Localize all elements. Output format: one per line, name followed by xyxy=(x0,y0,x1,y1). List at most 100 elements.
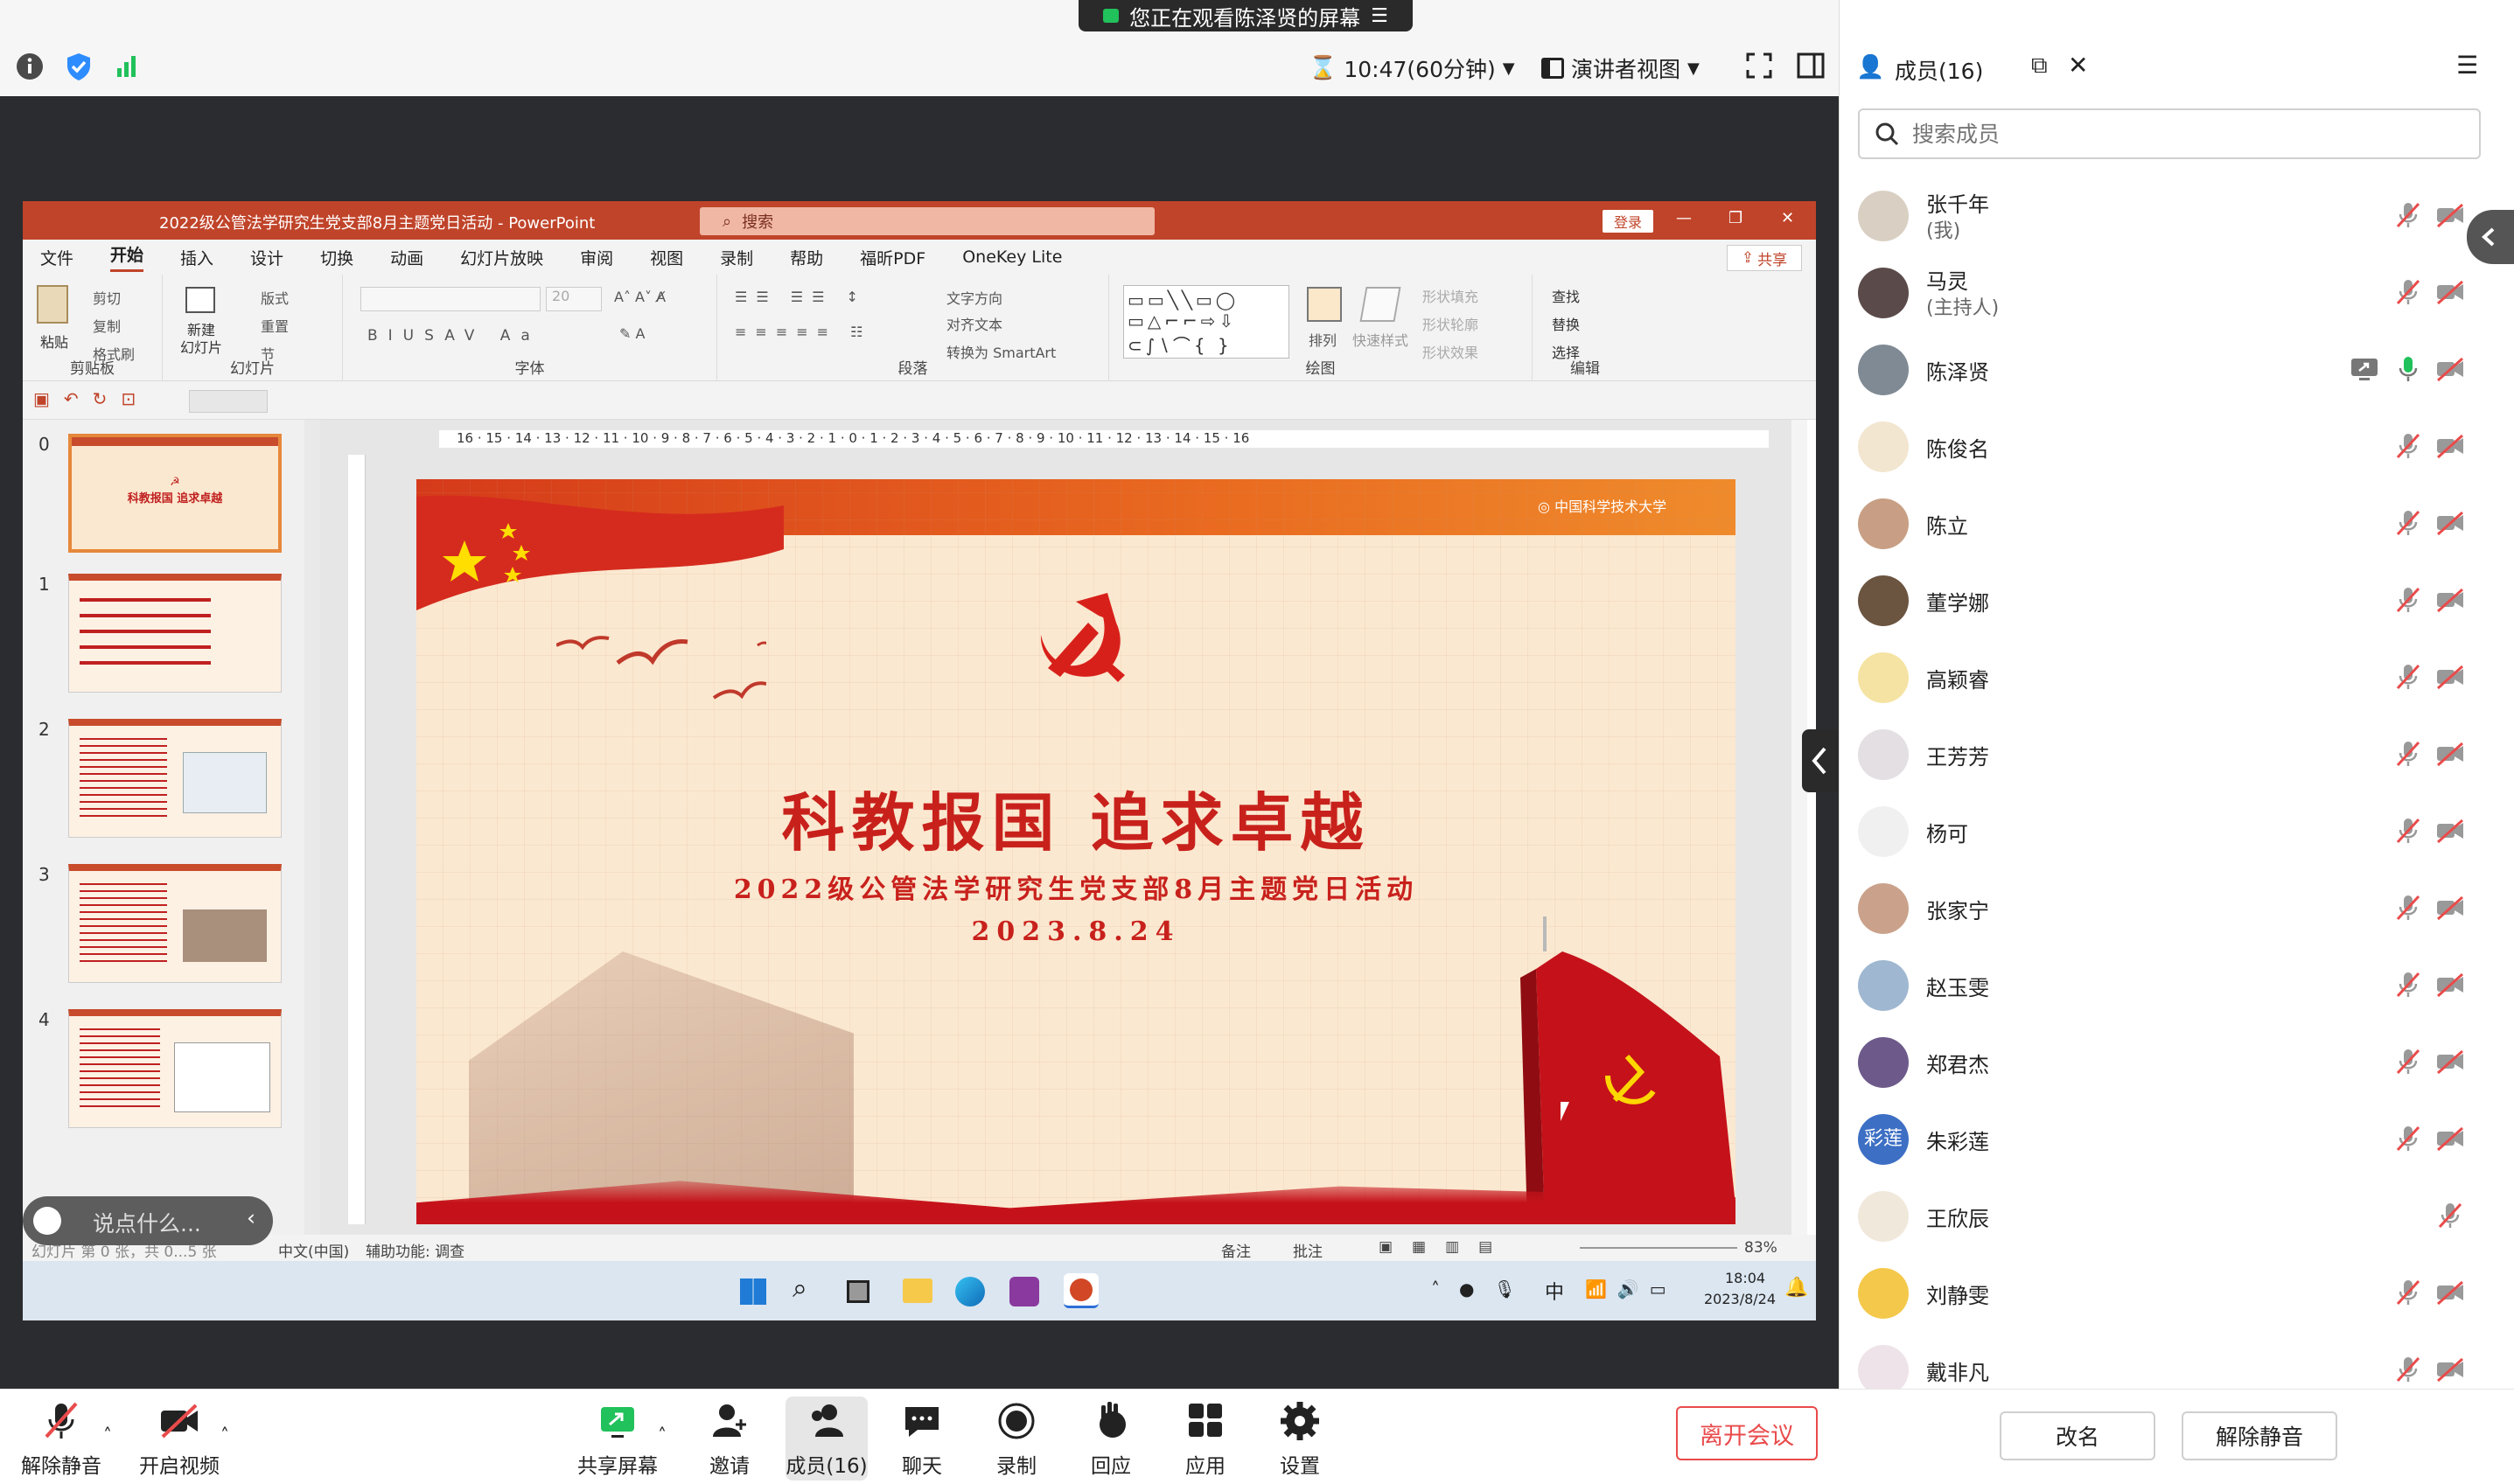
chat-button[interactable]: 聊天 xyxy=(889,1397,955,1481)
apps-button[interactable]: 应用 xyxy=(1172,1397,1239,1481)
font-grow-icon[interactable]: A˄ A˅ A̸ xyxy=(614,289,666,305)
member-row[interactable]: 赵玉雯 xyxy=(1839,944,2514,1021)
text-direction-button[interactable]: 文字方向 xyxy=(946,287,1002,308)
font-family-select[interactable] xyxy=(360,287,541,311)
share-button[interactable]: ⇪ 共享 xyxy=(1727,245,1802,271)
member-row[interactable]: 马灵 (主持人) xyxy=(1839,252,2514,329)
arrange-label[interactable]: 排列 xyxy=(1309,329,1337,350)
member-row[interactable]: 杨可 xyxy=(1839,791,2514,867)
member-row[interactable]: 郑君杰 xyxy=(1839,1021,2514,1098)
mic-muted-icon[interactable] xyxy=(2393,1125,2423,1153)
mic-muted-icon[interactable] xyxy=(2435,1202,2465,1230)
mic-muted-icon[interactable] xyxy=(2393,740,2423,768)
language-status[interactable]: 中文(中国) xyxy=(278,1239,349,1261)
mic-muted-icon[interactable] xyxy=(2393,1278,2423,1306)
view-mode-dropdown[interactable]: 演讲者视图 ▼ xyxy=(1541,49,1700,87)
menu-animations[interactable]: 动画 xyxy=(390,246,423,269)
quick-styles-label[interactable]: 快速样式 xyxy=(1352,329,1408,350)
slide-thumbnail[interactable] xyxy=(68,864,282,983)
panel-toggle-icon[interactable] xyxy=(1797,52,1825,79)
menu-design[interactable]: 设计 xyxy=(250,246,283,269)
shield-icon[interactable] xyxy=(63,51,98,86)
video-off-icon[interactable] xyxy=(2435,740,2465,768)
video-off-icon[interactable] xyxy=(2435,971,2465,999)
record-button[interactable]: 录制 xyxy=(983,1397,1050,1481)
reset-button[interactable]: 重置 xyxy=(261,315,289,336)
slide-thumbnail[interactable] xyxy=(68,719,282,838)
member-row[interactable]: 张千年 (我) xyxy=(1839,175,2514,252)
popout-icon[interactable]: ⧉ xyxy=(2031,52,2048,80)
member-row[interactable]: 王欣辰 xyxy=(1839,1175,2514,1252)
chevron-up-icon[interactable]: ˄ xyxy=(658,1425,667,1446)
member-row[interactable]: 陈俊名 xyxy=(1839,406,2514,483)
restore-icon[interactable]: ❐ xyxy=(1728,209,1742,227)
panel-menu-icon[interactable]: ☰ xyxy=(2456,51,2478,80)
shapes-gallery[interactable]: ▭▭╲╲▭◯ ▭△⌐⌐⇨⇩ ⊂∫∖⌒{ } xyxy=(1123,285,1289,359)
mic-muted-icon[interactable] xyxy=(2393,894,2423,922)
menu-record[interactable]: 录制 xyxy=(720,246,753,269)
start-icon[interactable] xyxy=(740,1278,766,1305)
powerpoint-taskbar-icon[interactable] xyxy=(1064,1273,1099,1308)
slide-thumbnail[interactable] xyxy=(68,1009,282,1128)
qat-dropdown[interactable] xyxy=(189,390,268,413)
slide-thumbnail[interactable] xyxy=(68,574,282,693)
video-off-icon[interactable] xyxy=(2435,1355,2465,1383)
member-row[interactable]: 高颖睿 xyxy=(1839,637,2514,714)
new-slide-icon[interactable] xyxy=(185,287,215,313)
menu-view[interactable]: 视图 xyxy=(650,246,683,269)
list-icons[interactable]: ☰☰ ☰☰ ↕ xyxy=(735,289,867,305)
share-banner[interactable]: 您正在观看陈泽贤的屏幕 ☰ xyxy=(1079,0,1413,31)
shape-outline-button[interactable]: 形状轮廓 xyxy=(1422,313,1478,334)
timer-dropdown[interactable]: ⌛ 10:47(60分钟) ▼ xyxy=(1309,49,1515,87)
close-icon[interactable]: ✕ xyxy=(2068,51,2088,80)
fullscreen-icon[interactable] xyxy=(1746,52,1772,79)
menu-slideshow[interactable]: 幻灯片放映 xyxy=(460,246,543,269)
mic-on-icon[interactable] xyxy=(2393,355,2423,383)
zoom-level[interactable]: 83% xyxy=(1744,1239,1777,1257)
menu-insert[interactable]: 插入 xyxy=(180,246,213,269)
quick-access-icons[interactable]: ▣↶↻⊡ xyxy=(33,388,150,409)
thumbnail-scrollbar[interactable] xyxy=(304,420,320,1235)
quick-styles-icon[interactable] xyxy=(1359,287,1401,322)
menu-home[interactable]: 开始 xyxy=(110,242,144,272)
search-icon[interactable]: ⌕ xyxy=(793,1273,807,1304)
mic-muted-icon[interactable] xyxy=(2393,1355,2423,1383)
unmute-button[interactable]: 解除静音 xyxy=(16,1397,107,1481)
video-off-icon[interactable] xyxy=(2435,1125,2465,1153)
network-sound-battery-icons[interactable]: 📶🔊▭ xyxy=(1585,1278,1677,1299)
taskbar-date[interactable]: 2023/8/24 xyxy=(1704,1291,1776,1307)
reactions-button[interactable]: 回应 xyxy=(1078,1397,1144,1481)
accessibility-status[interactable]: 辅助功能: 调查 xyxy=(366,1239,464,1261)
align-text-button[interactable]: 对齐文本 xyxy=(946,313,1002,334)
video-off-icon[interactable] xyxy=(2435,201,2465,229)
mic-muted-icon[interactable] xyxy=(2393,586,2423,614)
invite-button[interactable]: 邀请 xyxy=(695,1397,765,1481)
slide-thumbnail[interactable]: ☭ 科教报国 追求卓越 xyxy=(68,434,282,553)
layout-button[interactable]: 版式 xyxy=(261,287,289,308)
video-off-icon[interactable] xyxy=(2435,509,2465,537)
ppt-search-box[interactable]: ⌕ 搜索 xyxy=(700,207,1155,235)
login-button[interactable]: 登录 xyxy=(1603,210,1653,233)
replace-button[interactable]: 替换 xyxy=(1552,313,1580,334)
expand-side-button[interactable] xyxy=(2467,210,2514,264)
new-slide-label[interactable]: 新建 幻灯片 xyxy=(180,322,222,357)
mic-muted-icon[interactable] xyxy=(2393,278,2423,306)
menu-transitions[interactable]: 切换 xyxy=(320,246,353,269)
app-icon[interactable] xyxy=(1009,1277,1039,1306)
mic-muted-icon[interactable] xyxy=(2393,432,2423,460)
chevron-up-icon[interactable]: ˄ xyxy=(220,1425,229,1446)
video-off-icon[interactable] xyxy=(2435,894,2465,922)
members-button[interactable]: 成员(16) xyxy=(786,1397,868,1481)
video-off-icon[interactable] xyxy=(2435,817,2465,845)
member-search-field[interactable] xyxy=(1858,108,2481,159)
member-row[interactable]: 陈泽贤 xyxy=(1839,329,2514,406)
share-screen-button[interactable]: 共享屏幕 xyxy=(574,1397,661,1481)
paste-icon[interactable] xyxy=(37,285,68,324)
video-off-icon[interactable] xyxy=(2435,355,2465,383)
member-row[interactable]: 董学娜 xyxy=(1839,560,2514,637)
ime-indicator[interactable]: 中 xyxy=(1545,1277,1564,1305)
chat-input-bubble[interactable]: 说点什么... ‹ xyxy=(23,1196,273,1245)
member-search-input[interactable] xyxy=(1912,121,2437,147)
edit-scrollbar[interactable] xyxy=(1791,420,1807,1235)
close-icon[interactable]: ✕ xyxy=(1781,209,1794,227)
